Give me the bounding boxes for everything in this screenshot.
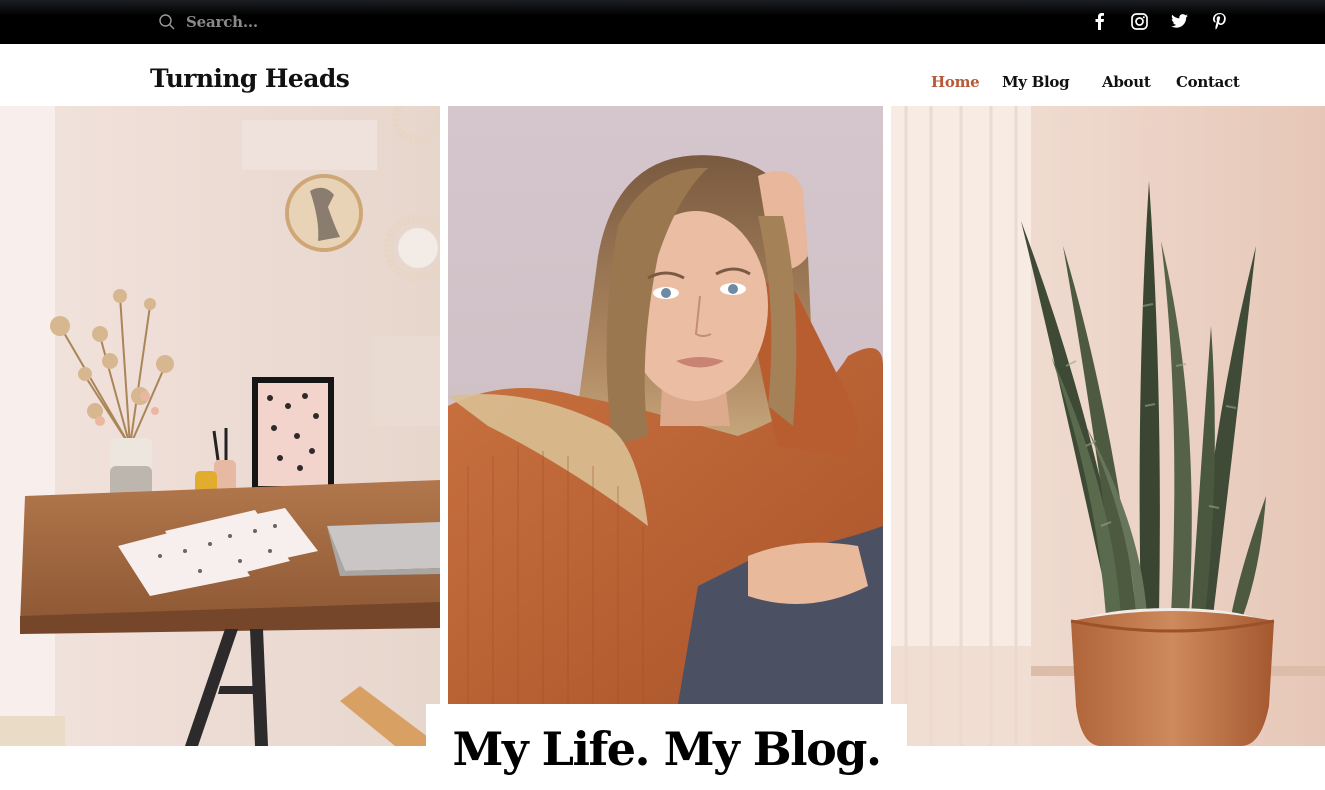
hero-title-box: My Life. My Blog. (426, 704, 907, 790)
nav-item-home[interactable]: Home (931, 75, 980, 90)
twitter-icon[interactable] (1169, 11, 1189, 31)
pinterest-icon[interactable] (1209, 11, 1229, 31)
nav-item-my-blog[interactable]: My Blog (1002, 75, 1070, 90)
site-header: Turning Heads Home My Blog About Contact (0, 44, 1325, 106)
search-icon[interactable] (158, 13, 176, 31)
facebook-icon[interactable] (1089, 11, 1109, 31)
snake-plant-image (891, 106, 1325, 746)
nav-item-about[interactable]: About (1102, 75, 1151, 90)
site-logo[interactable]: Turning Heads (150, 66, 350, 91)
desk-workspace-image (0, 106, 440, 746)
search-input[interactable]: Search... (186, 13, 258, 31)
social-links (1089, 11, 1229, 31)
top-bar: Search... (0, 0, 1325, 44)
search-box[interactable]: Search... (158, 11, 258, 33)
hero-title: My Life. My Blog. (452, 722, 882, 776)
nav-item-contact[interactable]: Contact (1176, 75, 1240, 90)
instagram-icon[interactable] (1129, 11, 1149, 31)
woman-portrait-image (448, 106, 883, 704)
